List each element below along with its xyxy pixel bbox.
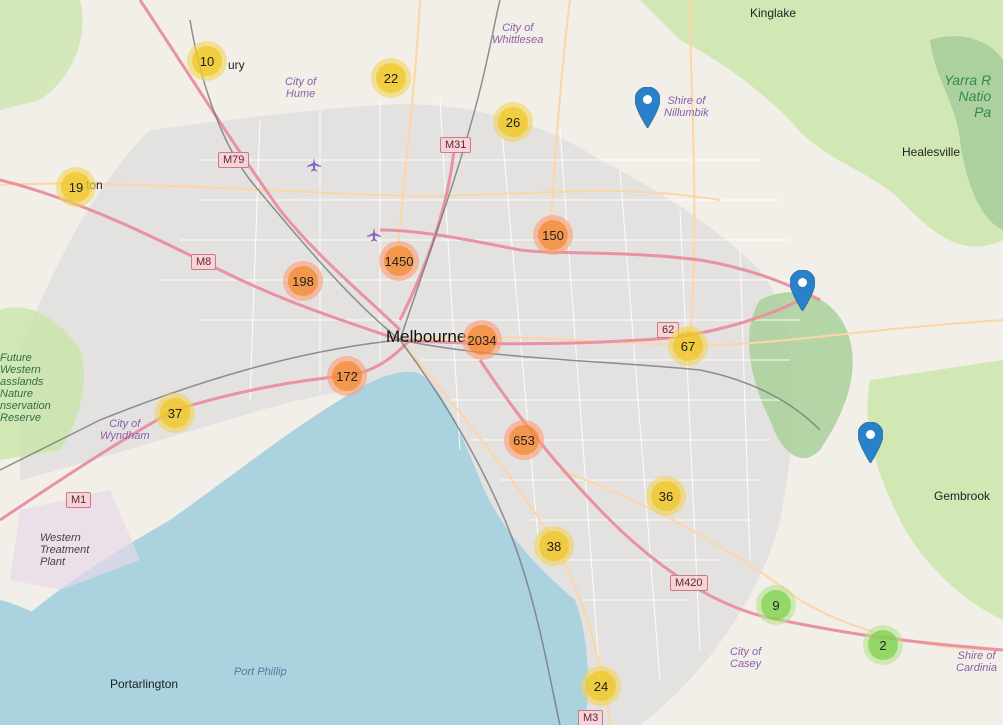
cluster-marker[interactable]: 10: [187, 41, 227, 81]
cluster-count: 1450: [384, 246, 414, 276]
cluster-marker[interactable]: 198: [283, 261, 323, 301]
map-canvas[interactable]: Kinglake Healesville Gembrook Portarling…: [0, 0, 1003, 725]
cluster-count: 37: [160, 398, 190, 428]
cluster-count: 172: [332, 361, 362, 391]
cluster-count: 2034: [467, 325, 497, 355]
cluster-marker[interactable]: 36: [646, 476, 686, 516]
location-pin[interactable]: [790, 270, 815, 311]
cluster-marker[interactable]: 24: [581, 666, 621, 706]
cluster-marker[interactable]: 150: [533, 215, 573, 255]
cluster-count: 67: [673, 331, 703, 361]
lga-label-whittlesea: City of Whittlesea: [492, 22, 544, 46]
reserve-label-western-grasslands: Future Western asslands Nature nservation Res…: [0, 352, 51, 424]
airport-icon: [367, 228, 381, 242]
cluster-count: 9: [761, 590, 791, 620]
place-label-portarlington: Portarlington: [110, 677, 179, 691]
cluster-count: 38: [539, 531, 569, 561]
place-label-gembrook: Gembrook: [934, 489, 991, 503]
cluster-marker[interactable]: 26: [493, 102, 533, 142]
place-label-kinglake: Kinglake: [750, 6, 797, 20]
cluster-marker[interactable]: 67: [668, 326, 708, 366]
cluster-marker[interactable]: 9: [756, 585, 796, 625]
cluster-marker[interactable]: 1450: [379, 241, 419, 281]
label-western-treatment-plant: Western Treatment Plant: [40, 532, 90, 568]
cluster-marker[interactable]: 2034: [462, 320, 502, 360]
cluster-marker[interactable]: 37: [155, 393, 195, 433]
road-shield-m8: M8: [191, 254, 217, 270]
cluster-marker[interactable]: 172: [327, 356, 367, 396]
lga-label-nillumbik: Shire of Nillumbik: [664, 95, 709, 119]
cluster-count: 26: [498, 107, 528, 137]
cluster-marker[interactable]: 653: [504, 420, 544, 460]
cluster-marker[interactable]: 19: [56, 167, 96, 207]
lga-label-cardinia: Shire of Cardinia: [956, 650, 997, 674]
cluster-count: 24: [586, 671, 616, 701]
location-pin[interactable]: [635, 87, 660, 128]
cluster-count: 2: [868, 630, 898, 660]
cluster-count: 36: [651, 481, 681, 511]
cluster-marker[interactable]: 2: [863, 625, 903, 665]
lga-label-wyndham: City of Wyndham: [100, 418, 150, 442]
location-pin[interactable]: [858, 422, 883, 463]
cluster-count: 198: [288, 266, 318, 296]
place-label-healesville: Healesville: [902, 145, 961, 159]
park-label-yarra-ranges: Yarra R Natio Pa: [944, 72, 992, 120]
cluster-count: 19: [61, 172, 91, 202]
road-shield-m420: M420: [670, 575, 708, 591]
cluster-count: 653: [509, 425, 539, 455]
airport-icon: [307, 158, 321, 172]
lga-label-casey: City of Casey: [730, 646, 762, 670]
water-label-port-phillip: Port Phillip: [234, 666, 287, 678]
place-label-melbourne: Melbourne: [386, 327, 467, 346]
cluster-marker[interactable]: 38: [534, 526, 574, 566]
cluster-count: 10: [192, 46, 222, 76]
road-shield-m1: M1: [66, 492, 92, 508]
road-shield-m79: M79: [218, 152, 250, 168]
place-label-sunbury: ury: [228, 58, 245, 72]
cluster-count: 150: [538, 220, 568, 250]
road-shield-m3: M3: [578, 710, 604, 725]
cluster-marker[interactable]: 22: [371, 58, 411, 98]
road-shield-m31: M31: [440, 137, 472, 153]
lga-label-hume: City of Hume: [285, 76, 317, 100]
cluster-count: 22: [376, 63, 406, 93]
